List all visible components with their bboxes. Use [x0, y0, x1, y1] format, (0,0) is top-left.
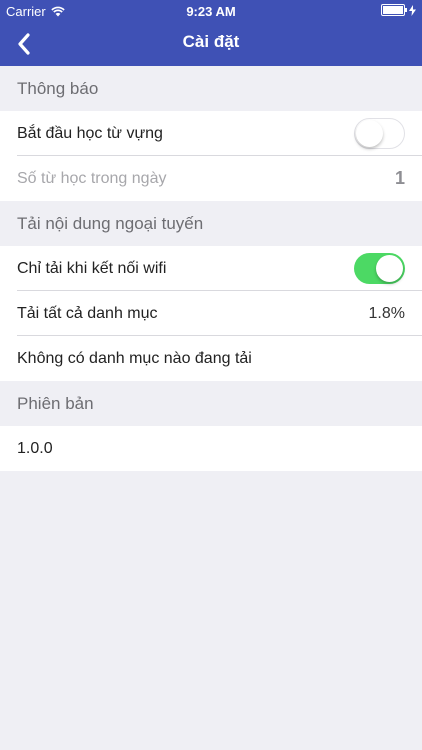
words-per-day-row[interactable]: Số từ học trong ngày 1	[0, 156, 422, 201]
download-all-label: Tải tất cả danh mục	[17, 304, 158, 322]
wifi-only-label: Chỉ tải khi kết nối wifi	[17, 259, 167, 277]
start-learning-row: Bắt đầu học từ vựng	[0, 111, 422, 156]
status-time: 9:23 AM	[186, 4, 236, 19]
no-downloads-row: Không có danh mục nào đang tải	[0, 336, 422, 381]
toggle-knob	[356, 119, 383, 147]
start-learning-label: Bắt đầu học từ vựng	[17, 124, 163, 142]
nav-bar: Cài đặt	[0, 22, 422, 66]
words-per-day-label: Số từ học trong ngày	[17, 169, 167, 187]
words-per-day-value: 1	[394, 168, 405, 188]
page-title: Cài đặt	[182, 32, 240, 51]
status-right	[381, 4, 416, 16]
app-header: Carrier 9:23 AM Cài đặt	[0, 0, 422, 66]
wifi-only-row: Chỉ tải khi kết nối wifi	[0, 246, 422, 291]
download-all-row[interactable]: Tải tất cả danh mục 1.8%	[0, 291, 422, 336]
version-row: 1.0.0	[0, 426, 422, 471]
settings-list: Thông báo Bắt đầu học từ vựng Số từ học …	[0, 66, 422, 471]
charging-bolt-icon	[409, 4, 416, 16]
download-all-progress: 1.8%	[368, 304, 405, 322]
status-bar: Carrier 9:23 AM	[0, 0, 422, 22]
section-header-notifications: Thông báo	[17, 79, 99, 98]
version-value: 1.0.0	[17, 439, 53, 457]
section-header-version: Phiên bản	[17, 394, 94, 413]
no-downloads-label: Không có danh mục nào đang tải	[17, 349, 252, 367]
wifi-only-toggle[interactable]	[354, 253, 405, 284]
section-header-offline: Tải nội dung ngoại tuyến	[17, 214, 204, 233]
start-learning-toggle[interactable]	[354, 118, 405, 149]
battery-icon	[381, 4, 407, 16]
toggle-knob	[376, 255, 403, 282]
